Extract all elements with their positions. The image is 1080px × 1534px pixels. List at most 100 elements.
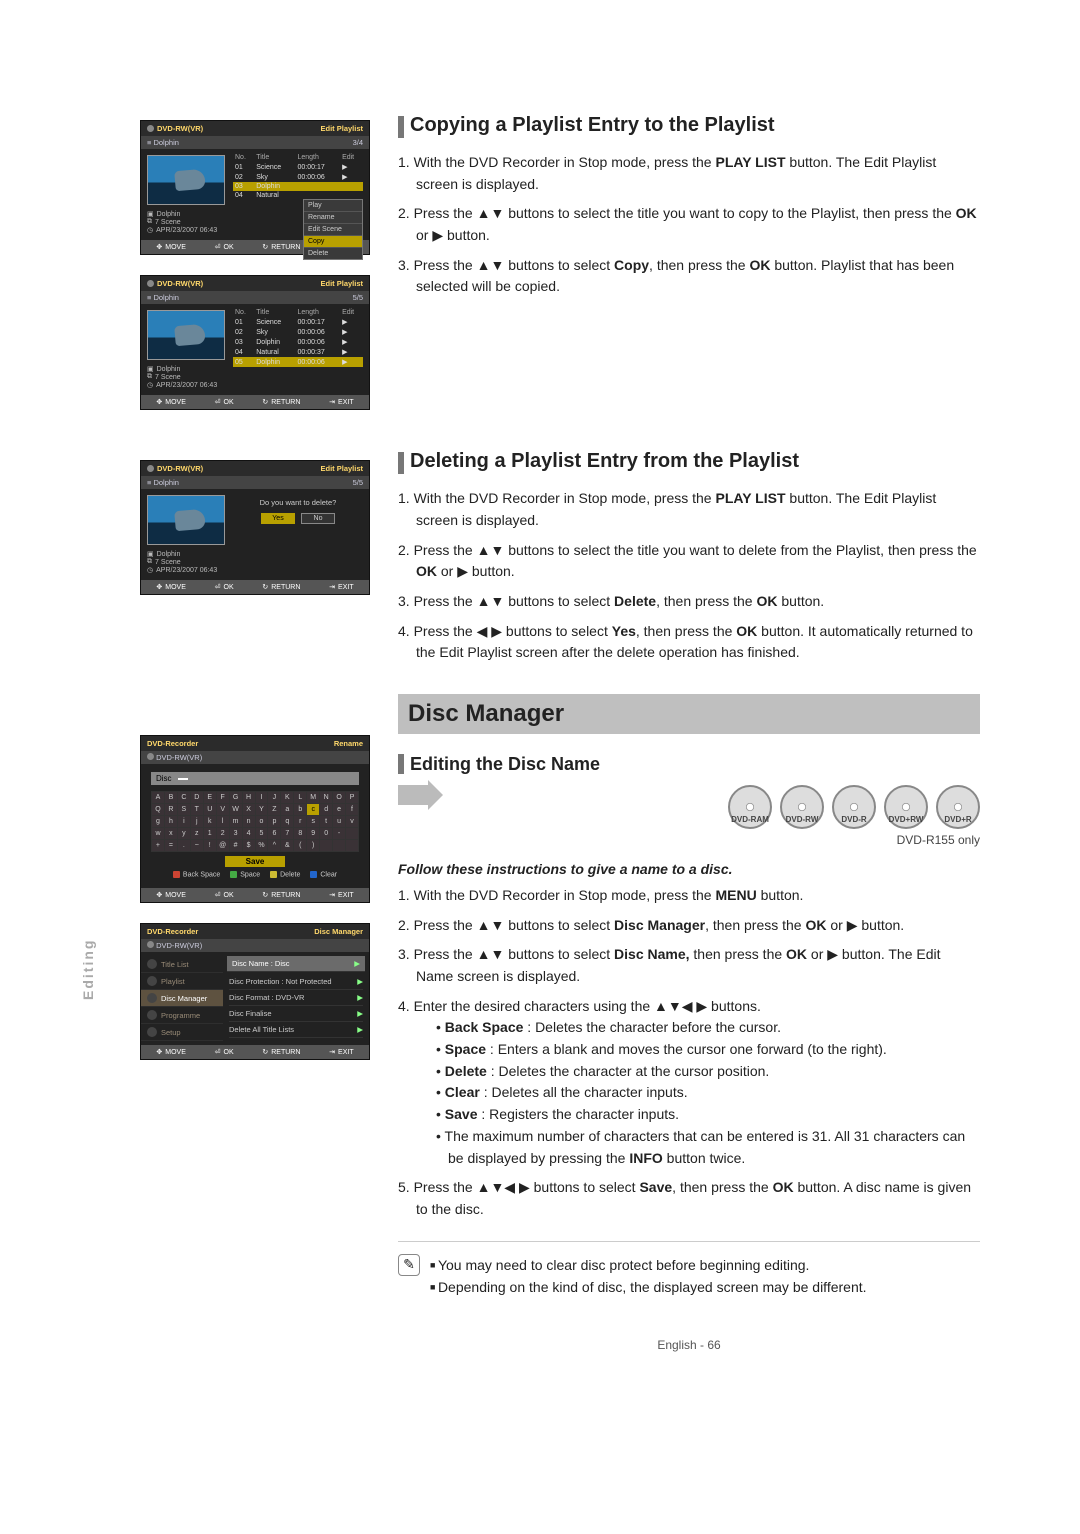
- keyboard-key[interactable]: q: [281, 816, 293, 827]
- menu-row-disc-name[interactable]: Disc Name : Disc▶: [227, 956, 365, 972]
- keyboard-key[interactable]: h: [165, 816, 177, 827]
- keyboard-key[interactable]: Y: [256, 804, 268, 815]
- ctx-edit-scene[interactable]: Edit Scene: [304, 224, 362, 236]
- keyboard-key[interactable]: 7: [281, 828, 293, 839]
- keyboard-key[interactable]: p: [268, 816, 280, 827]
- sidebar-item-playlist[interactable]: Playlist: [141, 973, 223, 990]
- keyboard-key[interactable]: X: [243, 804, 255, 815]
- keyboard-key[interactable]: 5: [256, 828, 268, 839]
- list-item[interactable]: 04Natural00:00:37▶: [233, 347, 363, 357]
- keyboard-key[interactable]: g: [152, 816, 164, 827]
- menu-row-disc-format[interactable]: Disc Format : DVD-VR▶: [229, 990, 363, 1006]
- keyboard-key[interactable]: 6: [268, 828, 280, 839]
- keyboard-key[interactable]: T: [191, 804, 203, 815]
- keyboard-key[interactable]: =: [165, 840, 177, 851]
- keyboard-key[interactable]: x: [165, 828, 177, 839]
- keyboard-key[interactable]: Q: [152, 804, 164, 815]
- keyboard-key[interactable]: a: [281, 804, 293, 815]
- keyboard-key[interactable]: v: [346, 816, 358, 827]
- keyboard-key[interactable]: 8: [294, 828, 306, 839]
- keyboard-key[interactable]: $: [243, 840, 255, 851]
- sidebar-item-disc-manager[interactable]: Disc Manager: [141, 990, 223, 1007]
- keyboard-key[interactable]: [320, 840, 332, 851]
- keyboard-key[interactable]: J: [268, 792, 280, 803]
- keyboard-key[interactable]: M: [307, 792, 319, 803]
- keyboard-key[interactable]: !: [204, 840, 216, 851]
- menu-row-disc-protection[interactable]: Disc Protection : Not Protected▶: [229, 974, 363, 990]
- keyboard-key[interactable]: +: [152, 840, 164, 851]
- keyboard-key[interactable]: r: [294, 816, 306, 827]
- keyboard-key[interactable]: ~: [191, 840, 203, 851]
- keyboard-key[interactable]: 3: [230, 828, 242, 839]
- ctx-copy[interactable]: Copy: [304, 236, 362, 248]
- keyboard-key[interactable]: n: [243, 816, 255, 827]
- keyboard-key[interactable]: &: [281, 840, 293, 851]
- keyboard-key[interactable]: [346, 828, 358, 839]
- list-item[interactable]: 01Science00:00:17▶: [233, 317, 363, 327]
- keyboard-key[interactable]: 0: [320, 828, 332, 839]
- keyboard-key[interactable]: W: [230, 804, 242, 815]
- keyboard-key[interactable]: y: [178, 828, 190, 839]
- keyboard-key[interactable]: U: [204, 804, 216, 815]
- keyboard-key[interactable]: D: [191, 792, 203, 803]
- keyboard-key[interactable]: H: [243, 792, 255, 803]
- keyboard-key[interactable]: o: [256, 816, 268, 827]
- keyboard-key[interactable]: f: [346, 804, 358, 815]
- keyboard-key[interactable]: @: [217, 840, 229, 851]
- onscreen-keyboard[interactable]: ABCDEFGHIJKLMNOPQRSTUVWXYZabcdefghijklmn…: [151, 791, 359, 852]
- list-item[interactable]: 02Sky00:00:06▶: [233, 172, 363, 182]
- keyboard-key[interactable]: [333, 840, 345, 851]
- ctx-delete[interactable]: Delete: [304, 248, 362, 259]
- keyboard-key[interactable]: k: [204, 816, 216, 827]
- keyboard-key[interactable]: s: [307, 816, 319, 827]
- keyboard-key[interactable]: G: [230, 792, 242, 803]
- list-item[interactable]: 02Sky00:00:06▶: [233, 327, 363, 337]
- keyboard-key[interactable]: C: [178, 792, 190, 803]
- keyboard-key[interactable]: 1: [204, 828, 216, 839]
- keyboard-key[interactable]: e: [333, 804, 345, 815]
- name-input[interactable]: Disc: [151, 772, 359, 785]
- keyboard-key[interactable]: l: [217, 816, 229, 827]
- keyboard-key[interactable]: 4: [243, 828, 255, 839]
- keyboard-key[interactable]: b: [294, 804, 306, 815]
- ctx-rename[interactable]: Rename: [304, 212, 362, 224]
- list-item[interactable]: 01Science00:00:17▶: [233, 162, 363, 172]
- sidebar-item-programme[interactable]: Programme: [141, 1007, 223, 1024]
- keyboard-key[interactable]: K: [281, 792, 293, 803]
- keyboard-key[interactable]: (: [294, 840, 306, 851]
- keyboard-key[interactable]: ^: [268, 840, 280, 851]
- keyboard-key[interactable]: c: [307, 804, 319, 815]
- menu-row-delete-all[interactable]: Delete All Title Lists▶: [229, 1022, 363, 1038]
- list-item-selected[interactable]: 03Dolphin: [233, 182, 363, 191]
- no-button[interactable]: No: [301, 513, 335, 524]
- keyboard-key[interactable]: z: [191, 828, 203, 839]
- sidebar-item-title-list[interactable]: Title List: [141, 956, 223, 973]
- keyboard-key[interactable]: P: [346, 792, 358, 803]
- keyboard-key[interactable]: L: [294, 792, 306, 803]
- keyboard-key[interactable]: .: [178, 840, 190, 851]
- keyboard-key[interactable]: i: [178, 816, 190, 827]
- keyboard-key[interactable]: E: [204, 792, 216, 803]
- keyboard-key[interactable]: -: [333, 828, 345, 839]
- save-button[interactable]: Save: [225, 856, 285, 867]
- keyboard-key[interactable]: ): [307, 840, 319, 851]
- keyboard-key[interactable]: m: [230, 816, 242, 827]
- keyboard-key[interactable]: t: [320, 816, 332, 827]
- keyboard-key[interactable]: F: [217, 792, 229, 803]
- keyboard-key[interactable]: S: [178, 804, 190, 815]
- keyboard-key[interactable]: R: [165, 804, 177, 815]
- keyboard-key[interactable]: u: [333, 816, 345, 827]
- keyboard-key[interactable]: Z: [268, 804, 280, 815]
- keyboard-key[interactable]: N: [320, 792, 332, 803]
- keyboard-key[interactable]: 9: [307, 828, 319, 839]
- keyboard-key[interactable]: B: [165, 792, 177, 803]
- keyboard-key[interactable]: O: [333, 792, 345, 803]
- keyboard-key[interactable]: j: [191, 816, 203, 827]
- keyboard-key[interactable]: [346, 840, 358, 851]
- menu-row-disc-finalise[interactable]: Disc Finalise▶: [229, 1006, 363, 1022]
- yes-button[interactable]: Yes: [261, 513, 295, 524]
- keyboard-key[interactable]: A: [152, 792, 164, 803]
- keyboard-key[interactable]: #: [230, 840, 242, 851]
- ctx-play[interactable]: Play: [304, 200, 362, 212]
- keyboard-key[interactable]: I: [256, 792, 268, 803]
